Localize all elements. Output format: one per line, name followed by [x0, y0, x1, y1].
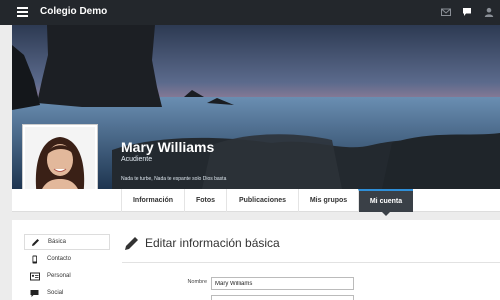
edit-pencil-icon: [125, 237, 138, 250]
sidebar-item-contacto[interactable]: Contacto: [24, 251, 110, 267]
sidebar-item-basica[interactable]: Básica: [24, 234, 110, 250]
sidebar-item-social[interactable]: Social: [24, 285, 110, 300]
next-field[interactable]: [211, 295, 354, 300]
top-bar: Colegio Demo: [0, 0, 500, 25]
comment-icon: [30, 289, 44, 298]
profile-name: Mary Williams: [121, 139, 215, 155]
id-card-icon: [30, 272, 44, 281]
profile-tabs: Información Fotos Publicaciones Mis grup…: [12, 189, 500, 216]
tab-fotos[interactable]: Fotos: [184, 189, 226, 212]
sidebar-item-label: Personal: [47, 273, 71, 279]
app-title[interactable]: Colegio Demo: [40, 6, 107, 17]
sidebar-item-label: Básica: [48, 239, 67, 245]
sidebar-item-personal[interactable]: Personal: [24, 268, 110, 284]
profile-quote: Nada te turbe, Nada te espante solo Dios…: [121, 176, 227, 182]
name-field[interactable]: [211, 277, 354, 290]
pencil-icon: [31, 238, 45, 247]
section-divider: [122, 262, 500, 263]
user-icon[interactable]: [484, 7, 494, 17]
field-label-nombre: Nombre: [187, 279, 207, 285]
profile-role: Acudiente: [121, 156, 153, 163]
tab-mis-grupos[interactable]: Mis grupos: [298, 189, 358, 212]
hamburger-menu-icon[interactable]: [17, 7, 28, 17]
tab-informacion[interactable]: Información: [121, 189, 184, 212]
tab-publicaciones[interactable]: Publicaciones: [226, 189, 298, 212]
phone-icon: [30, 255, 44, 264]
chat-icon[interactable]: [462, 7, 472, 17]
section-title: Editar información básica: [145, 236, 280, 250]
content-panel: Básica Contacto Personal Social Editar i…: [12, 220, 500, 300]
sidebar-item-label: Social: [47, 290, 64, 296]
tab-mi-cuenta[interactable]: Mi cuenta: [358, 189, 413, 216]
sidebar-item-label: Contacto: [47, 256, 72, 262]
mail-icon[interactable]: [441, 7, 451, 17]
